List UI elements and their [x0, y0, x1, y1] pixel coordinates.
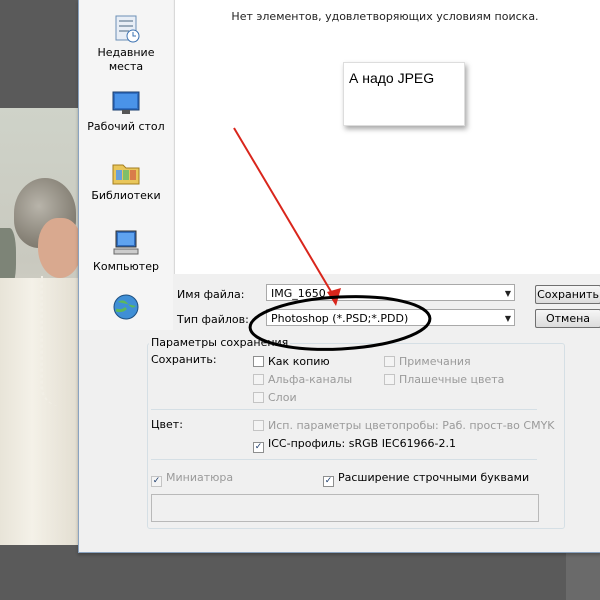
options-divider: [151, 409, 537, 410]
save-button[interactable]: Сохранить: [535, 285, 600, 304]
sidebar-item-label: Недавние места: [97, 46, 155, 73]
sidebar-item-network[interactable]: [79, 292, 173, 324]
filename-input[interactable]: IMG_1650 ▼: [266, 284, 515, 301]
as-copy-checkbox[interactable]: Как копию: [253, 355, 330, 369]
check-icon[interactable]: ✓: [151, 476, 162, 487]
checkbox-box[interactable]: [384, 356, 395, 367]
status-box: [151, 494, 539, 522]
icc-profile-checkbox[interactable]: ✓ ICC-профиль: sRGB IEC61966-2.1: [253, 437, 457, 453]
cancel-button[interactable]: Отмена: [535, 309, 600, 328]
filetype-select[interactable]: Photoshop (*.PSD;*.PDD) ▼: [266, 309, 515, 326]
filetype-value: Photoshop (*.PSD;*.PDD): [271, 312, 409, 325]
alpha-channels-checkbox[interactable]: Альфа-каналы: [253, 373, 352, 387]
sidebar-item-libraries[interactable]: Библиотеки: [79, 157, 173, 203]
lowercase-extension-checkbox[interactable]: ✓ Расширение строчными буквами: [323, 471, 530, 487]
sidebar-item-label: Рабочий стол: [87, 120, 165, 133]
notes-label: Примечания: [399, 355, 471, 368]
background-photo: [0, 108, 80, 545]
options-divider: [151, 459, 537, 460]
checkbox-box[interactable]: [253, 392, 264, 403]
spot-colors-checkbox[interactable]: Плашечные цвета: [384, 373, 504, 387]
annotation-note-text: А надо JPEG: [349, 70, 435, 86]
save-options-title: Параметры сохранения: [149, 336, 291, 349]
sidebar-item-desktop[interactable]: Рабочий стол: [79, 88, 173, 134]
lowercase-extension-label: Расширение строчными буквами: [338, 471, 530, 484]
check-icon[interactable]: ✓: [323, 476, 334, 487]
network-icon: [113, 294, 139, 320]
check-icon[interactable]: ✓: [253, 442, 264, 453]
checkbox-box[interactable]: [253, 420, 264, 431]
save-label: Сохранить:: [151, 353, 217, 366]
annotation-note: А надо JPEG: [343, 62, 465, 126]
checkbox-box[interactable]: [384, 374, 395, 385]
icc-profile-label: ICC-профиль: sRGB IEC61966-2.1: [268, 437, 457, 450]
thumbnail-label: Миниатюра: [166, 471, 234, 484]
layers-checkbox[interactable]: Слои: [253, 391, 297, 405]
spot-colors-label: Плашечные цвета: [399, 373, 505, 386]
chevron-down-icon[interactable]: ▼: [505, 285, 511, 302]
filename-value: IMG_1650: [271, 287, 326, 300]
notes-checkbox[interactable]: Примечания: [384, 355, 471, 369]
alpha-channels-label: Альфа-каналы: [268, 373, 353, 386]
thumbnail-checkbox[interactable]: ✓ Миниатюра: [151, 471, 234, 487]
sidebar-item-label: Библиотеки: [91, 189, 161, 202]
layers-label: Слои: [268, 391, 297, 404]
filename-label: Имя файла:: [177, 288, 245, 301]
checkbox-box[interactable]: [253, 374, 264, 385]
checkbox-box[interactable]: [253, 356, 264, 367]
recent-places-icon: [115, 15, 140, 43]
places-sidebar: Недавние места Рабочий стол Библиотеки К…: [79, 0, 173, 330]
filetype-label: Тип файлов:: [177, 313, 249, 326]
color-label: Цвет:: [151, 418, 183, 431]
libraries-icon: [112, 164, 140, 185]
proof-setup-label: Исп. параметры цветопробы: Раб. прост-во…: [268, 419, 555, 432]
chevron-down-icon[interactable]: ▼: [505, 310, 511, 327]
empty-message: Нет элементов, удовлетворяющих условиям …: [231, 10, 539, 23]
sidebar-item-computer[interactable]: Компьютер: [79, 228, 173, 274]
file-list[interactable]: Нет элементов, удовлетворяющих условиям …: [174, 0, 600, 274]
sidebar-item-label: Компьютер: [93, 260, 159, 273]
sidebar-item-recent-places[interactable]: Недавние места: [79, 14, 173, 74]
proof-setup-checkbox[interactable]: Исп. параметры цветопробы: Раб. прост-во…: [253, 419, 555, 433]
computer-icon: [113, 230, 139, 255]
save-as-dialog: Недавние места Рабочий стол Библиотеки К…: [78, 0, 600, 553]
desktop-icon: [112, 91, 140, 114]
as-copy-label: Как копию: [268, 355, 330, 368]
